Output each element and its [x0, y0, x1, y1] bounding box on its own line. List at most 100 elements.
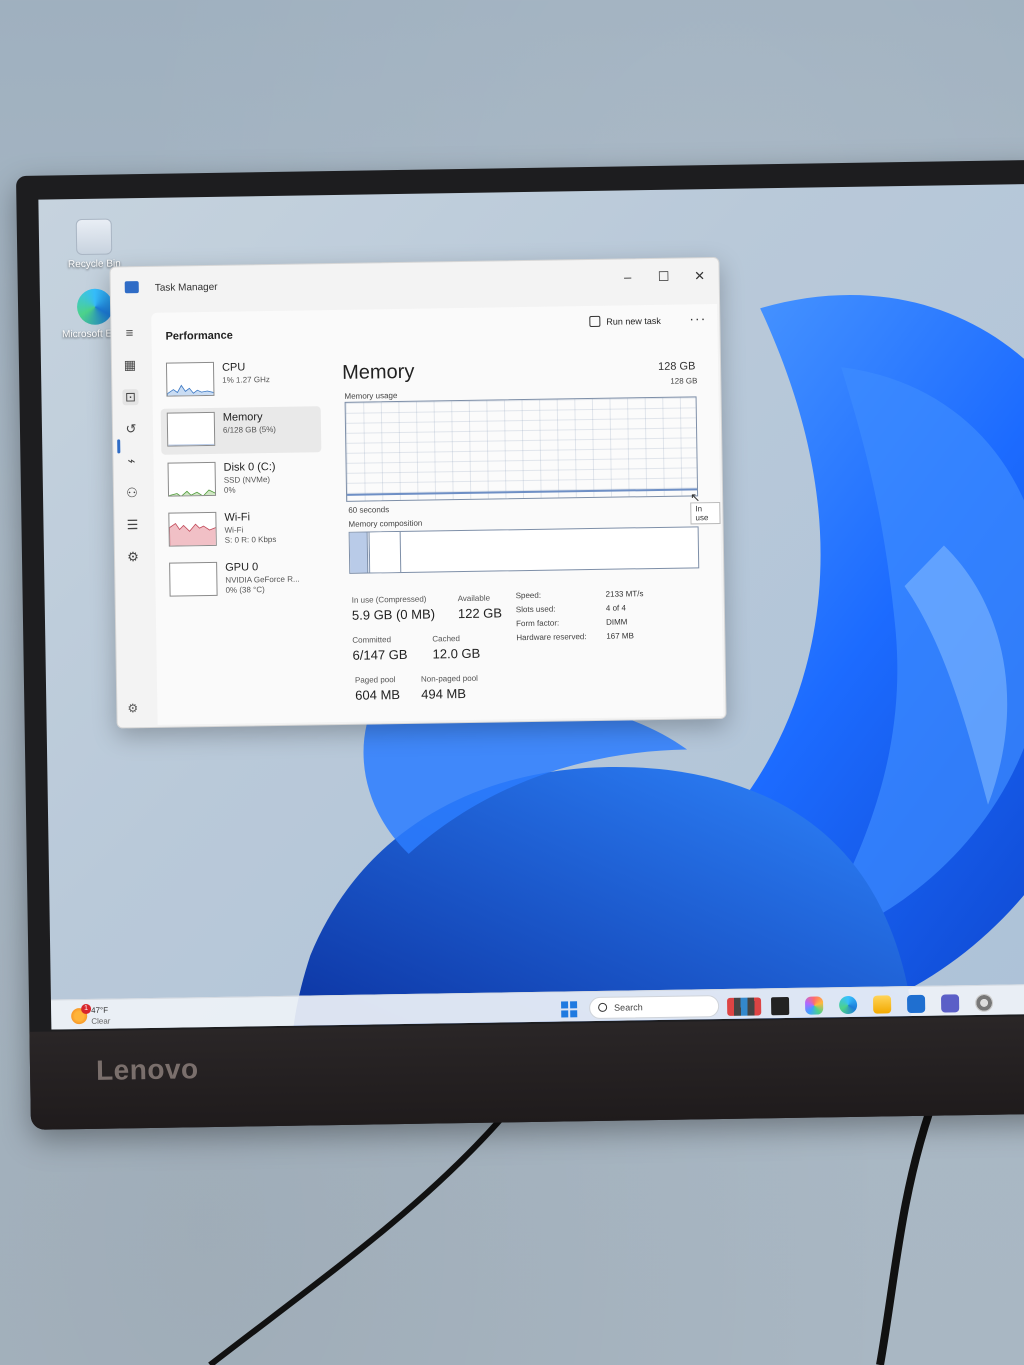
- sidebar-item-name: Wi-Fi: [224, 511, 251, 524]
- gpu-thumbnail-graph: [169, 561, 218, 597]
- task-view-icon[interactable]: [770, 996, 790, 1016]
- sidebar-item-detail: S: 0 R: 0 Kbps: [224, 534, 277, 545]
- users-icon[interactable]: ⚇: [124, 485, 140, 501]
- app-history-icon[interactable]: ↺: [123, 421, 139, 437]
- wifi-thumbnail-graph: [168, 511, 217, 547]
- spec-value: 2133 MT/s: [605, 589, 644, 599]
- weather-description: Clear: [91, 1016, 111, 1026]
- committed-label: Committed: [352, 635, 392, 645]
- sidebar-item-wifi[interactable]: Wi-Fi Wi-Fi S: 0 R: 0 Kbps: [162, 506, 323, 555]
- spec-label: Hardware reserved:: [516, 632, 587, 643]
- details-icon[interactable]: ☰: [124, 517, 140, 533]
- spec-label: Slots used:: [515, 604, 556, 615]
- page-title: Performance: [165, 329, 233, 343]
- sidebar-item-memory[interactable]: Memory 6/128 GB (5%): [160, 406, 322, 455]
- settings-gear-icon[interactable]: ⚙: [127, 701, 138, 715]
- committed-value: 6/147 GB: [352, 646, 408, 663]
- in-use-value: 5.9 GB (0 MB): [351, 606, 436, 623]
- available-label: Available: [457, 593, 491, 604]
- settings-icon[interactable]: [974, 993, 994, 1013]
- non-paged-pool-label: Non-paged pool: [420, 673, 478, 684]
- disk-thumbnail-graph: [167, 461, 217, 497]
- content-pane: Performance Run new task ··· CPU 1% 1.27…: [151, 304, 724, 725]
- cached-label: Cached: [432, 634, 460, 644]
- more-options-button[interactable]: ···: [689, 310, 706, 326]
- services-icon[interactable]: ⚙: [125, 549, 141, 565]
- outlook-icon[interactable]: [906, 994, 926, 1014]
- spec-value: 167 MB: [606, 631, 634, 641]
- copilot-icon[interactable]: [804, 996, 824, 1015]
- run-task-icon: [589, 315, 601, 328]
- memory-composition-label: Memory composition: [348, 518, 423, 529]
- hamburger-menu-icon[interactable]: ≡: [121, 325, 137, 341]
- memory-usage-line: [347, 488, 698, 496]
- monitor: Recycle Bin Microsoft Edge Task Manager …: [16, 159, 1024, 1130]
- sidebar-item-detail: 0% (38 °C): [225, 585, 265, 595]
- sidebar-item-detail: 6/128 GB (5%): [222, 424, 277, 435]
- close-button[interactable]: ✕: [682, 264, 716, 289]
- performance-icon[interactable]: ⊡: [122, 389, 139, 406]
- search-highlight-icon[interactable]: [726, 997, 762, 1016]
- sidebar-item-name: Memory: [222, 411, 263, 424]
- memory-usage-max: 128 GB: [670, 376, 698, 386]
- active-indicator: [117, 439, 121, 454]
- sidebar-item-gpu[interactable]: GPU 0 NVIDIA GeForce R... 0% (38 °C): [163, 556, 324, 605]
- monitor-bezel: Lenovo: [29, 1015, 1024, 1130]
- search-placeholder: Search: [614, 1002, 643, 1013]
- monitor-cables: [208, 1108, 934, 1365]
- sidebar-item-detail: 1% 1.27 GHz: [222, 375, 270, 385]
- cpu-thumbnail-graph: [165, 361, 215, 397]
- available-value: 122 GB: [457, 605, 503, 622]
- sidebar-item-detail: 0%: [223, 485, 236, 495]
- minimize-button[interactable]: –: [610, 265, 644, 290]
- memory-usage-label: Memory usage: [344, 391, 398, 401]
- edge-icon: [76, 288, 114, 326]
- memory-total: 128 GB: [657, 360, 696, 373]
- start-button-icon[interactable]: [561, 1001, 578, 1018]
- title-bar[interactable]: Task Manager – ☐ ✕: [110, 258, 719, 308]
- in-use-tooltip: In use: [690, 501, 721, 525]
- in-use-label: In use (Compressed): [351, 594, 427, 605]
- search-icon: [598, 1002, 608, 1012]
- edge-taskbar-icon[interactable]: [838, 995, 858, 1015]
- nav-rail: ≡ ▦ ⊡ ↺ ⌁ ⚇ ☰ ⚙ ⚙: [111, 315, 153, 726]
- file-explorer-icon[interactable]: [872, 995, 892, 1014]
- task-manager-icon: [124, 281, 139, 294]
- spec-label: Form factor:: [516, 618, 560, 629]
- cached-value: 12.0 GB: [432, 645, 481, 662]
- composition-in-use[interactable]: [349, 532, 368, 573]
- composition-standby[interactable]: [369, 532, 402, 573]
- task-manager-window: Task Manager – ☐ ✕ ≡ ▦ ⊡ ↺ ⌁ ⚇ ☰ ⚙ ⚙ Per…: [109, 256, 727, 729]
- sidebar-item-name: CPU: [221, 361, 246, 374]
- teams-icon[interactable]: [940, 994, 960, 1013]
- monitor-brand-logo: Lenovo: [95, 1053, 199, 1086]
- startup-apps-icon[interactable]: ⌁: [123, 453, 139, 469]
- memory-title: Memory: [341, 360, 415, 384]
- spec-value: 4 of 4: [605, 603, 626, 613]
- weather-temperature: 47°F: [91, 1005, 109, 1015]
- sidebar-item-detail: SSD (NVMe): [223, 475, 271, 485]
- memory-composition-bar: [348, 526, 700, 574]
- sidebar-item-name: Disk 0 (C:): [223, 460, 276, 474]
- maximize-button[interactable]: ☐: [646, 265, 680, 290]
- sidebar-item-name: GPU 0: [225, 561, 259, 574]
- sidebar-item-detail: NVIDIA GeForce R...: [225, 574, 300, 585]
- taskbar-search-box[interactable]: Search: [588, 995, 720, 1020]
- time-span-label: 60 seconds: [348, 505, 390, 515]
- spec-label: Speed:: [515, 590, 542, 601]
- desktop-icon-recycle-bin[interactable]: Recycle Bin: [59, 218, 130, 270]
- paged-pool-value: 604 MB: [355, 687, 401, 703]
- screen: Recycle Bin Microsoft Edge Task Manager …: [38, 183, 1024, 1030]
- window-title: Task Manager: [154, 281, 218, 294]
- processes-icon[interactable]: ▦: [122, 357, 138, 373]
- run-new-task-button[interactable]: Run new task: [589, 315, 661, 328]
- non-paged-pool-value: 494 MB: [421, 685, 467, 702]
- sidebar-item-disk[interactable]: Disk 0 (C:) SSD (NVMe) 0%: [161, 456, 322, 505]
- spec-value: DIMM: [606, 617, 628, 627]
- memory-thumbnail-graph: [166, 411, 216, 447]
- run-new-task-label: Run new task: [606, 315, 661, 327]
- sidebar-item-cpu[interactable]: CPU 1% 1.27 GHz: [160, 356, 321, 405]
- sidebar-item-detail: Wi-Fi: [224, 525, 244, 535]
- recycle-bin-icon: [75, 218, 113, 256]
- notification-badge: 1: [81, 1003, 92, 1015]
